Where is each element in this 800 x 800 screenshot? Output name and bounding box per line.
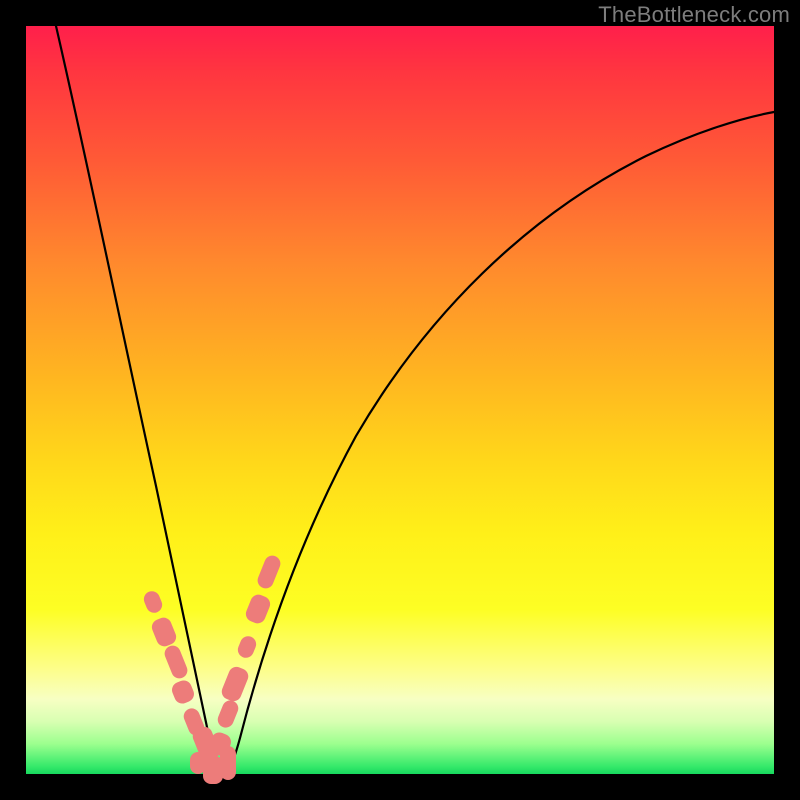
- curve-right-branch: [224, 112, 774, 774]
- plot-area: [26, 26, 774, 774]
- frame-bottom: [0, 774, 800, 800]
- bottleneck-curve: [26, 26, 774, 774]
- curve-left-branch: [56, 26, 224, 774]
- watermark-text: TheBottleneck.com: [598, 2, 790, 28]
- bottom-cluster-dot: [220, 746, 236, 780]
- frame-right: [774, 0, 800, 800]
- frame-left: [0, 0, 26, 800]
